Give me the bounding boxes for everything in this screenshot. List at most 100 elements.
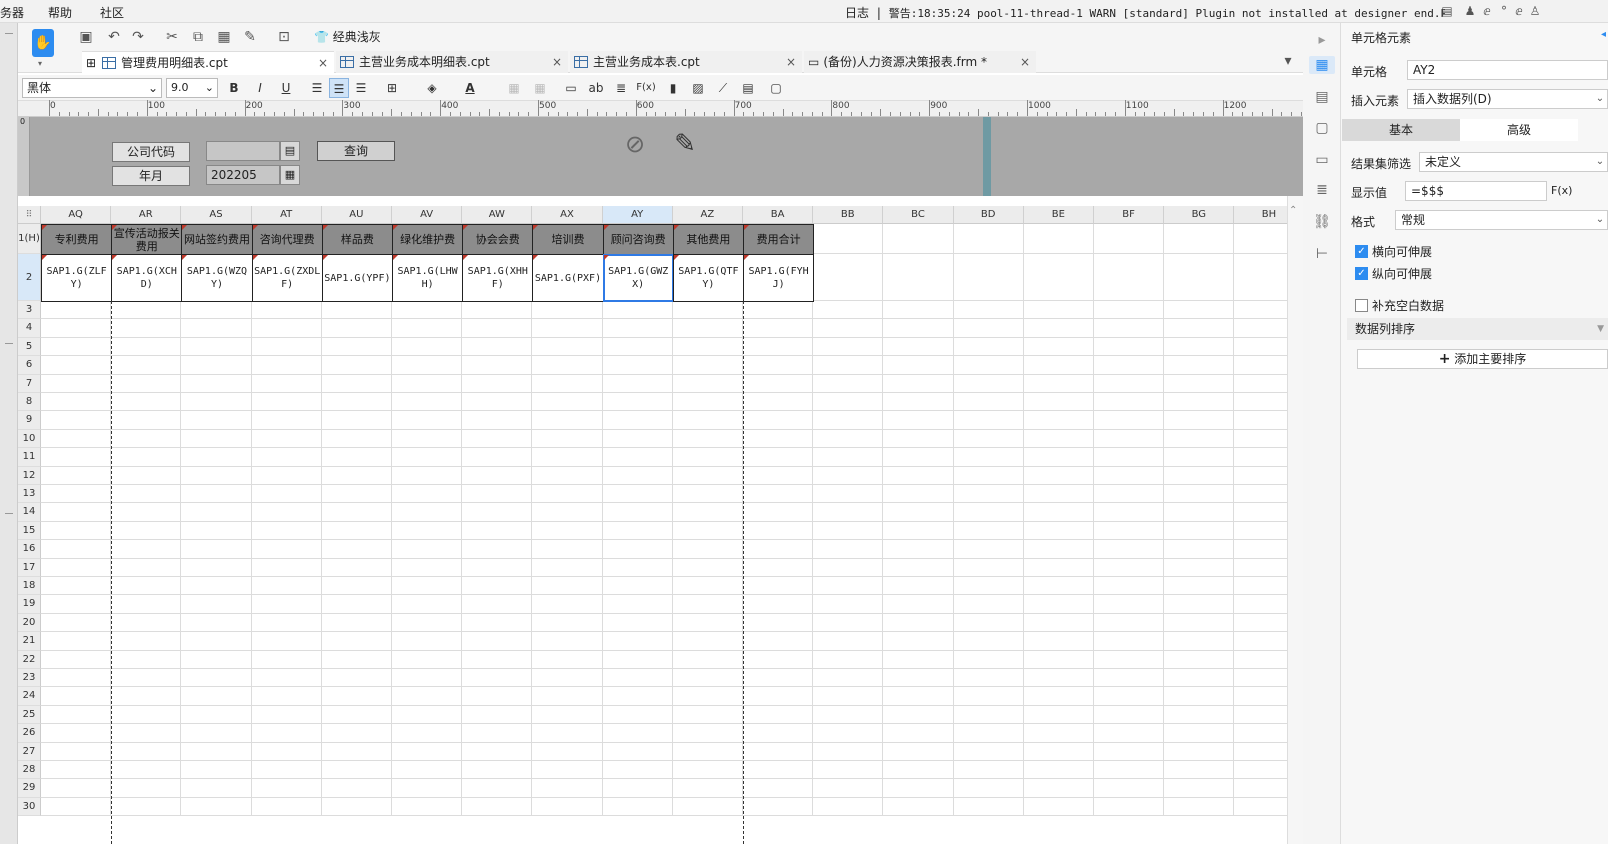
grid-cell[interactable] xyxy=(1164,761,1235,780)
widget-icon[interactable]: ▢ xyxy=(1313,119,1331,137)
grid-cell[interactable] xyxy=(1164,669,1235,688)
grid-cell[interactable] xyxy=(462,595,533,614)
grid-cell[interactable] xyxy=(111,650,182,669)
grid-cell[interactable] xyxy=(602,797,673,817)
grid-cell[interactable] xyxy=(392,761,463,780)
select-all-corner[interactable]: ⠿ xyxy=(18,206,41,224)
grid-cell[interactable] xyxy=(813,558,884,577)
copy-icon[interactable]: ⧉ xyxy=(188,27,208,47)
grid-cell[interactable] xyxy=(321,503,392,522)
calendar-icon[interactable]: ▦ xyxy=(280,165,300,185)
grid-cell[interactable] xyxy=(321,429,392,449)
grid-cell[interactable] xyxy=(743,558,814,577)
grid-cell[interactable] xyxy=(1094,724,1165,743)
grid-cell[interactable] xyxy=(953,337,1024,357)
grid-cell[interactable] xyxy=(321,337,392,357)
grid-cell[interactable] xyxy=(953,224,1024,254)
grid-cell[interactable] xyxy=(953,705,1024,725)
grid-cell[interactable] xyxy=(532,595,603,614)
merge-cells-icon[interactable]: ▦ xyxy=(504,78,524,98)
grid-cell[interactable] xyxy=(1023,724,1094,743)
grid-cell[interactable] xyxy=(883,429,954,449)
grid-cell[interactable] xyxy=(953,356,1024,375)
grid-cell[interactable] xyxy=(953,761,1024,780)
grid-cell[interactable] xyxy=(181,558,252,577)
grid-cell[interactable] xyxy=(181,448,252,467)
column-header[interactable]: BD xyxy=(953,206,1024,224)
grid-cell[interactable] xyxy=(813,742,884,761)
grid-cell[interactable] xyxy=(743,540,814,559)
grid-cell[interactable] xyxy=(743,503,814,522)
grid-cell[interactable] xyxy=(111,448,182,467)
grid-cell[interactable] xyxy=(392,797,463,817)
collapse-icon[interactable]: ▸ xyxy=(1313,31,1331,49)
eye-off-icon[interactable]: ⊘ xyxy=(618,127,652,161)
tab-admin-expense[interactable]: ⊞ 管理费用明细表.cpt × xyxy=(82,51,334,73)
header-cell[interactable]: 培训费 xyxy=(532,224,604,255)
grid-cell[interactable] xyxy=(532,724,603,743)
grid-cell[interactable] xyxy=(602,595,673,614)
grid-cell[interactable] xyxy=(532,687,603,706)
format-painter-icon[interactable]: ✎ xyxy=(240,27,260,47)
grid-cell[interactable] xyxy=(1094,485,1165,504)
grid-cell[interactable] xyxy=(41,779,112,798)
grid-cell[interactable] xyxy=(1094,448,1165,467)
grid-cell[interactable] xyxy=(532,448,603,467)
grid-cell[interactable] xyxy=(602,429,673,449)
grid-cell[interactable] xyxy=(532,356,603,375)
grid-cell[interactable] xyxy=(672,411,743,430)
grid-cell[interactable] xyxy=(392,705,463,725)
grid-cell[interactable] xyxy=(321,540,392,559)
grid-cell[interactable] xyxy=(111,761,182,780)
grid-cell[interactable] xyxy=(532,705,603,725)
chevron-down-icon[interactable]: ▾ xyxy=(38,59,42,68)
grid-cell[interactable] xyxy=(813,613,884,633)
grid-cell[interactable] xyxy=(1164,577,1235,596)
grid-cell[interactable] xyxy=(953,503,1024,522)
close-icon[interactable]: × xyxy=(318,52,328,74)
row-header[interactable]: 3 xyxy=(18,301,41,320)
formula-button[interactable]: F(x) xyxy=(1551,184,1572,197)
grid-cell[interactable] xyxy=(1164,411,1235,430)
grid-cell[interactable] xyxy=(1023,411,1094,430)
column-header[interactable]: BA xyxy=(743,206,814,224)
tab-hr-decision[interactable]: ▭ (备份)人力资源决策报表.frm * × xyxy=(804,51,1036,73)
grid-cell[interactable] xyxy=(392,411,463,430)
grid-cell[interactable] xyxy=(111,705,182,725)
grid-cell[interactable] xyxy=(1164,687,1235,706)
grid-cell[interactable] xyxy=(813,485,884,504)
grid-cell[interactable] xyxy=(1164,650,1235,669)
grid-cell[interactable] xyxy=(883,687,954,706)
grid-cell[interactable] xyxy=(602,411,673,430)
grid-cell[interactable] xyxy=(743,577,814,596)
header-cell[interactable]: 专利费用 xyxy=(41,224,113,255)
grid-cell[interactable] xyxy=(462,724,533,743)
grid-cell[interactable] xyxy=(392,356,463,375)
grid-cell[interactable] xyxy=(602,337,673,357)
link-icon[interactable]: ⛓ xyxy=(1313,213,1331,231)
grid-cell[interactable] xyxy=(321,613,392,633)
grid-cell[interactable] xyxy=(251,650,322,669)
grid-cell[interactable] xyxy=(743,485,814,504)
grid-cell[interactable] xyxy=(41,356,112,375)
grid-cell[interactable] xyxy=(321,319,392,338)
grid-cell[interactable] xyxy=(1023,393,1094,412)
grid-cell[interactable] xyxy=(1023,705,1094,725)
grid-cell[interactable] xyxy=(321,558,392,577)
grid-cell[interactable] xyxy=(1094,503,1165,522)
align-center-icon[interactable]: ☰ xyxy=(329,78,349,98)
grid-cell[interactable] xyxy=(41,558,112,577)
grid-cell[interactable] xyxy=(813,705,884,725)
grid-cell[interactable] xyxy=(462,485,533,504)
grid-cell[interactable] xyxy=(111,687,182,706)
grid-cell[interactable] xyxy=(602,779,673,798)
grid-cell[interactable] xyxy=(1023,374,1094,393)
grid-cell[interactable] xyxy=(602,356,673,375)
data-cell[interactable]: SAP1.G(FYHJ) xyxy=(743,254,815,302)
data-cell[interactable]: SAP1.G(ZXDLF) xyxy=(251,254,323,302)
grid-cell[interactable] xyxy=(321,393,392,412)
grid-cell[interactable] xyxy=(953,301,1024,320)
grid-cell[interactable] xyxy=(1164,466,1235,485)
grid-cell[interactable] xyxy=(462,503,533,522)
grid-cell[interactable] xyxy=(883,337,954,357)
